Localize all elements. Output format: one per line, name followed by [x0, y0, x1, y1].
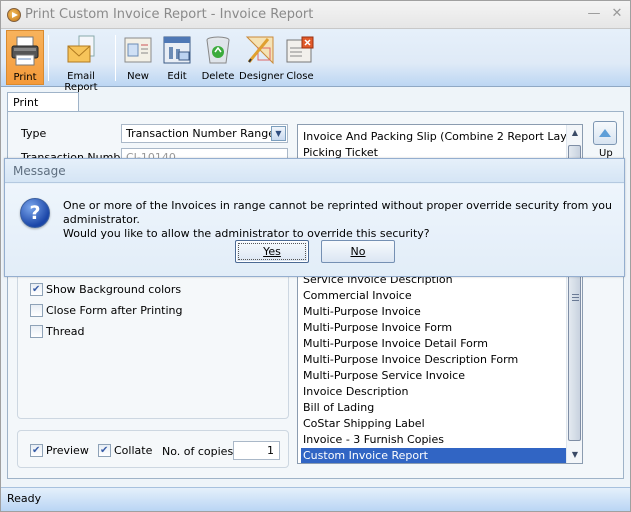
designer-pencil-icon: [245, 36, 274, 65]
yes-button[interactable]: Yes: [235, 240, 309, 263]
checkbox-checked-icon: [98, 444, 111, 457]
copies-input[interactable]: 1: [233, 441, 280, 460]
list-item[interactable]: Multi-Purpose Invoice Description Form: [301, 352, 566, 368]
print-label: Print: [13, 72, 37, 83]
toolbar-separator: [115, 35, 116, 81]
type-value: Transaction Number Range: [126, 127, 275, 140]
window-title: Print Custom Invoice Report - Invoice Re…: [25, 7, 314, 22]
delete-button[interactable]: Delete: [200, 30, 236, 85]
dialog-title-bar: Message: [5, 159, 624, 183]
dialog-message: One or more of the Invoices in range can…: [63, 199, 624, 241]
checkbox-checked-icon: [30, 444, 43, 457]
thread-checkbox[interactable]: Thread: [30, 325, 84, 339]
list-item[interactable]: Invoice Description: [301, 384, 566, 400]
close-form-after-printing-label: Close Form after Printing: [46, 304, 183, 317]
new-document-icon: [124, 37, 152, 63]
no-button[interactable]: No: [321, 240, 395, 263]
show-background-colors-label: Show Background colors: [46, 283, 182, 296]
copies-label: No. of copies: [162, 445, 234, 458]
checkbox-unchecked-icon: [30, 304, 43, 317]
list-item[interactable]: Multi-Purpose Invoice Form: [301, 320, 566, 336]
scroll-down-arrow-icon[interactable]: ▼: [567, 447, 582, 463]
preview-label: Preview: [46, 444, 89, 457]
delete-label: Delete: [201, 71, 235, 82]
list-item[interactable]: Bill of Lading: [301, 400, 566, 416]
list-item[interactable]: Commercial Invoice: [301, 288, 566, 304]
close-button[interactable]: Close: [283, 30, 317, 85]
dialog-message-line2: Would you like to allow the administrato…: [63, 227, 430, 240]
grip-icon: [572, 294, 579, 301]
app-icon: [7, 8, 21, 22]
move-up-button[interactable]: [593, 121, 617, 145]
question-icon: ?: [20, 198, 50, 228]
list-item[interactable]: Multi-Purpose Service Invoice: [301, 368, 566, 384]
list-item[interactable]: CoStar Shipping Label: [301, 416, 566, 432]
scroll-up-arrow-icon[interactable]: ▲: [567, 125, 582, 141]
toolbar-separator: [48, 35, 49, 81]
edit-button[interactable]: Edit: [159, 30, 195, 85]
status-text: Ready: [7, 492, 42, 505]
list-item[interactable]: Invoice - 3 Furnish Copies: [301, 432, 566, 448]
close-label: Close: [286, 71, 314, 82]
close-window-icon: [286, 36, 314, 63]
preview-checkbox[interactable]: Preview: [30, 444, 89, 458]
designer-button[interactable]: Designer: [239, 30, 284, 85]
printer-icon: [11, 36, 39, 66]
edit-window-icon: [163, 36, 191, 64]
up-arrow-icon: [599, 129, 611, 137]
close-form-after-printing-checkbox[interactable]: Close Form after Printing: [30, 304, 183, 318]
dialog-title: Message: [13, 164, 66, 178]
email-report-label: Email Report: [64, 71, 98, 93]
designer-label: Designer: [239, 71, 284, 82]
thread-label: Thread: [46, 325, 85, 338]
list-item[interactable]: Multi-Purpose Invoice: [301, 304, 566, 320]
new-button[interactable]: New: [121, 30, 155, 85]
status-bar: Ready: [1, 487, 630, 511]
dialog-message-line1: One or more of the Invoices in range can…: [63, 199, 612, 226]
dialog-body: ? One or more of the Invoices in range c…: [5, 184, 624, 276]
list-item-selected[interactable]: Custom Invoice Report: [301, 448, 566, 463]
close-window-button[interactable]: ✕: [609, 7, 625, 21]
checkbox-unchecked-icon: [30, 325, 43, 338]
yes-label: Yes: [263, 245, 281, 258]
chevron-down-icon[interactable]: ▼: [271, 126, 286, 141]
no-label: No: [350, 245, 366, 258]
title-bar: Print Custom Invoice Report - Invoice Re…: [1, 1, 630, 29]
toolbar: Print Email Report New Edit Delete Desig…: [1, 29, 630, 93]
type-select[interactable]: Transaction Number Range ▼: [121, 124, 288, 143]
collate-checkbox[interactable]: Collate: [98, 444, 152, 458]
type-label: Type: [21, 127, 47, 140]
email-report-button[interactable]: Email Report: [52, 30, 110, 93]
tab-print-criteria[interactable]: Print Criteria: [7, 92, 79, 122]
show-background-colors-checkbox[interactable]: Show Background colors: [30, 283, 181, 297]
list-item[interactable]: Multi-Purpose Invoice Detail Form: [301, 336, 566, 352]
message-dialog: Message ? One or more of the Invoices in…: [4, 158, 625, 277]
checkbox-checked-icon: [30, 283, 43, 296]
envelope-icon: [67, 35, 95, 63]
print-button[interactable]: Print: [6, 30, 44, 85]
list-item[interactable]: Invoice And Packing Slip (Combine 2 Repo…: [301, 129, 582, 145]
edit-label: Edit: [167, 71, 187, 82]
new-label: New: [127, 71, 149, 82]
recycle-bin-icon: [206, 36, 230, 64]
collate-label: Collate: [114, 444, 153, 457]
minimize-button[interactable]: —: [586, 7, 602, 21]
